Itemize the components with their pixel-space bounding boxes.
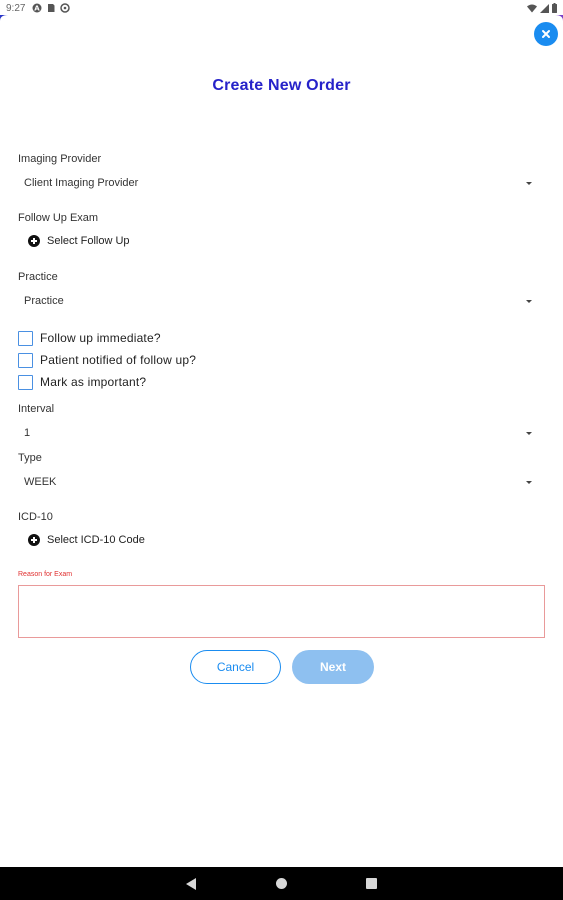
follow-up-exam-label: Follow Up Exam [18,212,99,224]
follow-up-immediate-checkbox[interactable] [18,330,33,346]
svg-text:A: A [34,5,40,13]
reason-for-exam-label: Reason for Exam [18,571,73,578]
status-icons-right [527,3,557,13]
back-icon[interactable] [186,878,196,890]
patient-notified-row[interactable]: Patient notified of follow up? [18,351,196,369]
corner-accent-left [0,15,8,31]
signal-icon [540,3,549,13]
add-circle-icon [28,534,40,546]
follow-up-immediate-label: Follow up immediate? [40,331,161,345]
practice-select[interactable]: Practice [18,292,536,312]
type-label: Type [18,452,42,464]
imaging-provider-select[interactable]: Client Imaging Provider [18,174,536,194]
interval-select[interactable]: 1 [18,424,536,444]
dropdown-arrow-icon [526,182,532,185]
interval-value: 1 [24,427,31,439]
select-follow-up-label: Select Follow Up [47,235,130,247]
mark-important-checkbox[interactable] [18,374,33,390]
type-value: WEEK [24,476,57,488]
dropdown-arrow-icon [526,481,532,484]
imaging-provider-label: Imaging Provider [18,153,102,165]
a-circle-icon: A [32,3,42,13]
dropdown-arrow-icon [526,300,532,303]
cancel-button[interactable]: Cancel [190,650,281,684]
mark-important-row[interactable]: Mark as important? [18,373,146,391]
recent-apps-icon[interactable] [366,878,377,889]
type-select[interactable]: WEEK [18,473,536,493]
select-icd10-button[interactable]: Select ICD-10 Code [28,532,145,548]
close-button[interactable] [534,22,558,46]
add-circle-icon [28,235,40,247]
practice-label: Practice [18,271,58,283]
data-saver-icon [60,3,70,13]
select-follow-up-button[interactable]: Select Follow Up [28,233,130,249]
wifi-icon [527,4,537,12]
follow-up-immediate-row[interactable]: Follow up immediate? [18,329,161,347]
status-icons-left: A [32,3,70,13]
battery-icon [552,3,557,13]
dropdown-arrow-icon [526,432,532,435]
select-icd10-label: Select ICD-10 Code [47,534,145,546]
close-icon [542,30,550,38]
page-title: Create New Order [212,77,351,94]
icd10-label: ICD-10 [18,511,53,523]
practice-value: Practice [24,295,64,307]
patient-notified-label: Patient notified of follow up? [40,353,197,367]
sim-icon [48,4,55,12]
patient-notified-checkbox[interactable] [18,352,33,368]
mark-important-label: Mark as important? [40,375,147,389]
system-nav-bar [0,867,563,900]
imaging-provider-value: Client Imaging Provider [24,177,139,189]
reason-for-exam-input[interactable] [18,585,545,638]
status-bar: 9:27 A [0,0,563,18]
home-icon[interactable] [276,878,287,889]
interval-label: Interval [18,403,55,415]
status-time: 9:27 [6,3,26,14]
next-button[interactable]: Next [292,650,374,684]
